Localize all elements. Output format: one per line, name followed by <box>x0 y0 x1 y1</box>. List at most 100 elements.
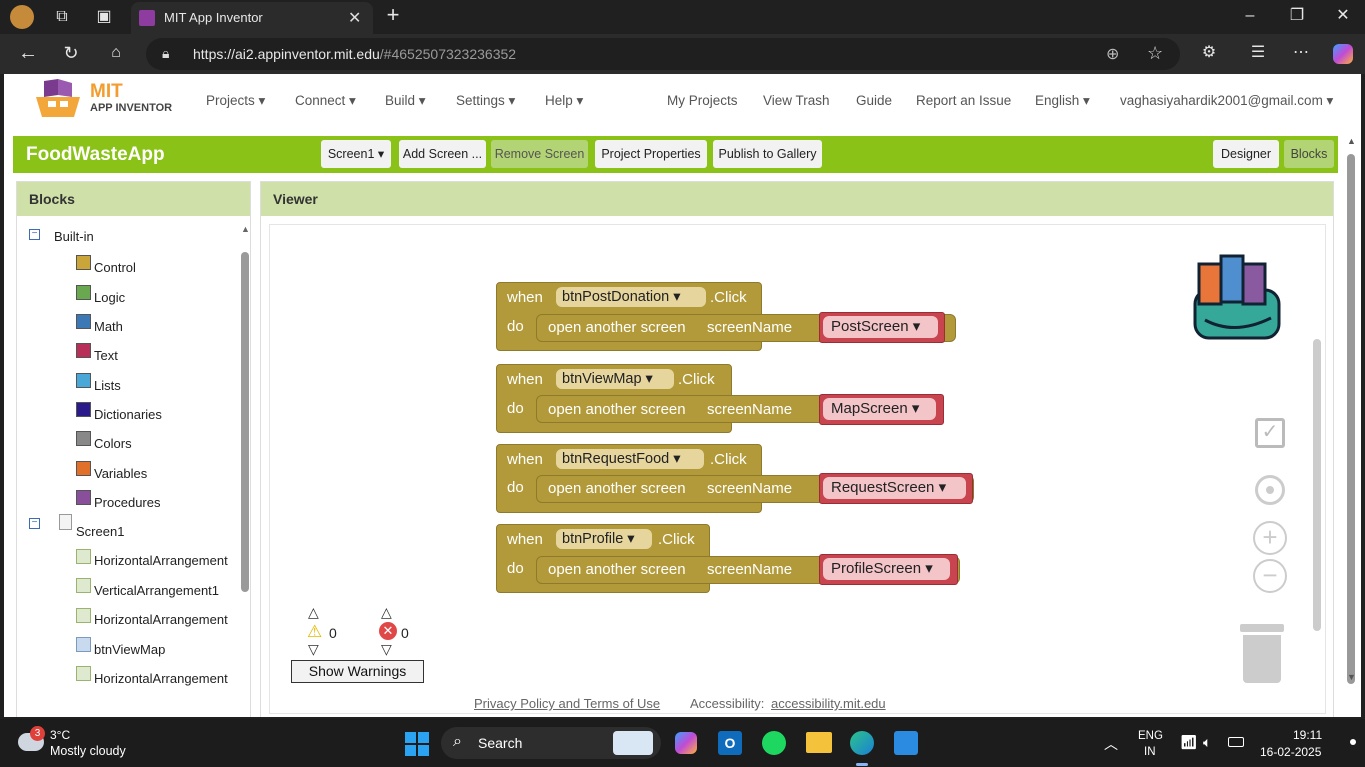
outlook-icon[interactable]: O <box>718 731 742 755</box>
new-tab-icon[interactable]: + <box>383 4 403 26</box>
zoom-icon[interactable]: ⊕ <box>1106 44 1119 64</box>
tree-component[interactable]: HorizontalArrangement <box>94 553 228 568</box>
volume-icon[interactable]: 🔈︎ <box>1203 734 1211 751</box>
screen-dropdown[interactable]: PostScreen ▾ <box>823 316 938 338</box>
publish-gallery-button[interactable]: Publish to Gallery <box>713 140 822 168</box>
tree-colors[interactable]: Colors <box>94 436 132 451</box>
collapse-screen1-icon[interactable]: − <box>29 518 40 529</box>
tree-builtin[interactable]: Built-in <box>54 229 94 244</box>
scroll-down-icon[interactable]: ▼ <box>1347 672 1356 682</box>
user-account-menu[interactable]: vaghasiyahardik2001@gmail.com ▾ <box>1120 93 1333 109</box>
tab-actions-icon[interactable]: ▣ <box>94 7 114 27</box>
back-icon[interactable]: ← <box>18 43 38 63</box>
errors-down-icon[interactable]: ▽ <box>381 641 392 658</box>
close-window-icon[interactable]: ✕ <box>1333 6 1353 26</box>
copilot-icon[interactable] <box>1333 44 1353 64</box>
screen-dropdown[interactable]: MapScreen ▾ <box>823 398 936 420</box>
nav-projects[interactable]: Projects ▾ <box>206 93 265 109</box>
close-tab-icon[interactable]: ✕ <box>348 8 361 28</box>
component-dropdown[interactable]: btnRequestFood ▾ <box>556 449 704 469</box>
warnings-up-icon[interactable]: △ <box>308 604 319 621</box>
favorite-star-icon[interactable]: ☆ <box>1147 43 1163 64</box>
blocks-button[interactable]: Blocks <box>1284 140 1334 168</box>
clock-time[interactable]: 19:11 <box>1293 728 1322 742</box>
trash-icon[interactable] <box>1240 624 1284 684</box>
screen-dropdown[interactable]: RequestScreen ▾ <box>823 477 966 499</box>
link-guide[interactable]: Guide <box>856 93 892 108</box>
vscode-icon[interactable] <box>894 731 918 755</box>
more-icon[interactable]: ⋯ <box>1291 43 1311 63</box>
wifi-icon[interactable]: 📶︎ <box>1180 734 1198 751</box>
component-dropdown[interactable]: btnProfile ▾ <box>556 529 652 549</box>
workspaces-icon[interactable]: ⧉ <box>52 7 72 27</box>
tree-screen1[interactable]: Screen1 <box>76 524 124 539</box>
restore-icon[interactable]: ❐ <box>1287 6 1307 26</box>
collapse-builtin-icon[interactable]: − <box>29 229 40 240</box>
tree-procedures[interactable]: Procedures <box>94 495 160 510</box>
spotify-icon[interactable] <box>762 731 786 755</box>
show-hidden-icons[interactable]: ︿ <box>1104 734 1118 754</box>
browser-tab[interactable]: MIT App Inventor ✕ <box>131 2 373 34</box>
tree-dictionaries[interactable]: Dictionaries <box>94 407 162 422</box>
zoom-in-icon[interactable]: + <box>1253 521 1287 555</box>
lock-icon[interactable]: 🔒︎ <box>162 45 169 62</box>
component-dropdown[interactable]: btnViewMap ▾ <box>556 369 674 389</box>
refresh-icon[interactable]: ↻ <box>61 43 81 63</box>
file-explorer-icon[interactable] <box>806 732 832 753</box>
language-top[interactable]: ENG <box>1138 730 1163 742</box>
tree-control[interactable]: Control <box>94 260 136 275</box>
windows-start-icon[interactable] <box>405 732 429 756</box>
tree-logic[interactable]: Logic <box>94 290 125 305</box>
nav-settings[interactable]: Settings ▾ <box>456 93 515 109</box>
url-field[interactable]: 🔒︎ https://ai2.appinventor.mit.edu/#4652… <box>146 38 1180 70</box>
tree-component[interactable]: HorizontalArrangement <box>94 671 228 686</box>
link-my-projects[interactable]: My Projects <box>667 93 738 108</box>
screen-dropdown[interactable]: ProfileScreen ▾ <box>823 558 950 580</box>
tree-math[interactable]: Math <box>94 319 123 334</box>
notification-icon[interactable] <box>1350 739 1356 745</box>
link-report-issue[interactable]: Report an Issue <box>916 93 1011 108</box>
home-icon[interactable]: ⌂ <box>106 43 126 63</box>
tree-component[interactable]: btnViewMap <box>94 642 165 657</box>
favorites-icon[interactable]: ☰ <box>1248 43 1268 63</box>
tree-lists[interactable]: Lists <box>94 378 121 393</box>
copilot-app-icon[interactable] <box>675 732 697 754</box>
errors-up-icon[interactable]: △ <box>381 604 392 621</box>
recenter-icon[interactable] <box>1255 475 1285 505</box>
backpack-icon[interactable] <box>1185 250 1285 342</box>
blocks-workspace[interactable]: when btnPostDonation ▾ .Click do open an… <box>269 224 1326 714</box>
battery-icon[interactable] <box>1228 737 1244 747</box>
page-scrollbar[interactable]: ▲ <box>1345 136 1357 686</box>
tree-text[interactable]: Text <box>94 348 118 363</box>
privacy-link[interactable]: Privacy Policy and Terms of Use <box>474 696 660 711</box>
tree-variables[interactable]: Variables <box>94 466 147 481</box>
workspace-scrollbar[interactable] <box>1313 339 1321 631</box>
nav-help[interactable]: Help ▾ <box>545 93 583 109</box>
extensions-icon[interactable]: ⚙ <box>1199 43 1219 63</box>
language-menu[interactable]: English ▾ <box>1035 93 1090 109</box>
checklist-icon[interactable]: ✓ <box>1255 418 1285 448</box>
tree-component[interactable]: VerticalArrangement1 <box>94 583 219 598</box>
language-bottom[interactable]: IN <box>1144 746 1156 758</box>
clock-date[interactable]: 16-02-2025 <box>1260 745 1321 759</box>
blocks-scrollbar[interactable]: ▲ <box>241 224 250 714</box>
remove-screen-button[interactable]: Remove Screen <box>491 140 588 168</box>
accessibility-link[interactable]: accessibility.mit.edu <box>771 696 886 711</box>
edge-icon[interactable] <box>850 731 874 755</box>
screen-select[interactable]: Screen1 ▾ <box>321 140 391 168</box>
search-box[interactable]: ⌕ Search <box>441 727 661 759</box>
mit-logo-icon[interactable] <box>34 79 82 121</box>
minimize-icon[interactable]: – <box>1240 6 1260 26</box>
zoom-out-icon[interactable]: − <box>1253 559 1287 593</box>
nav-connect[interactable]: Connect ▾ <box>295 93 356 109</box>
tree-component[interactable]: HorizontalArrangement <box>94 612 228 627</box>
component-dropdown[interactable]: btnPostDonation ▾ <box>556 287 706 307</box>
link-view-trash[interactable]: View Trash <box>763 93 830 108</box>
add-screen-button[interactable]: Add Screen ... <box>399 140 486 168</box>
profile-avatar[interactable] <box>10 5 34 29</box>
weather-text[interactable]: Mostly cloudy <box>50 744 126 758</box>
nav-build[interactable]: Build ▾ <box>385 93 426 109</box>
designer-button[interactable]: Designer <box>1213 140 1279 168</box>
temperature[interactable]: 3°C <box>50 728 70 742</box>
warnings-down-icon[interactable]: ▽ <box>308 641 319 658</box>
